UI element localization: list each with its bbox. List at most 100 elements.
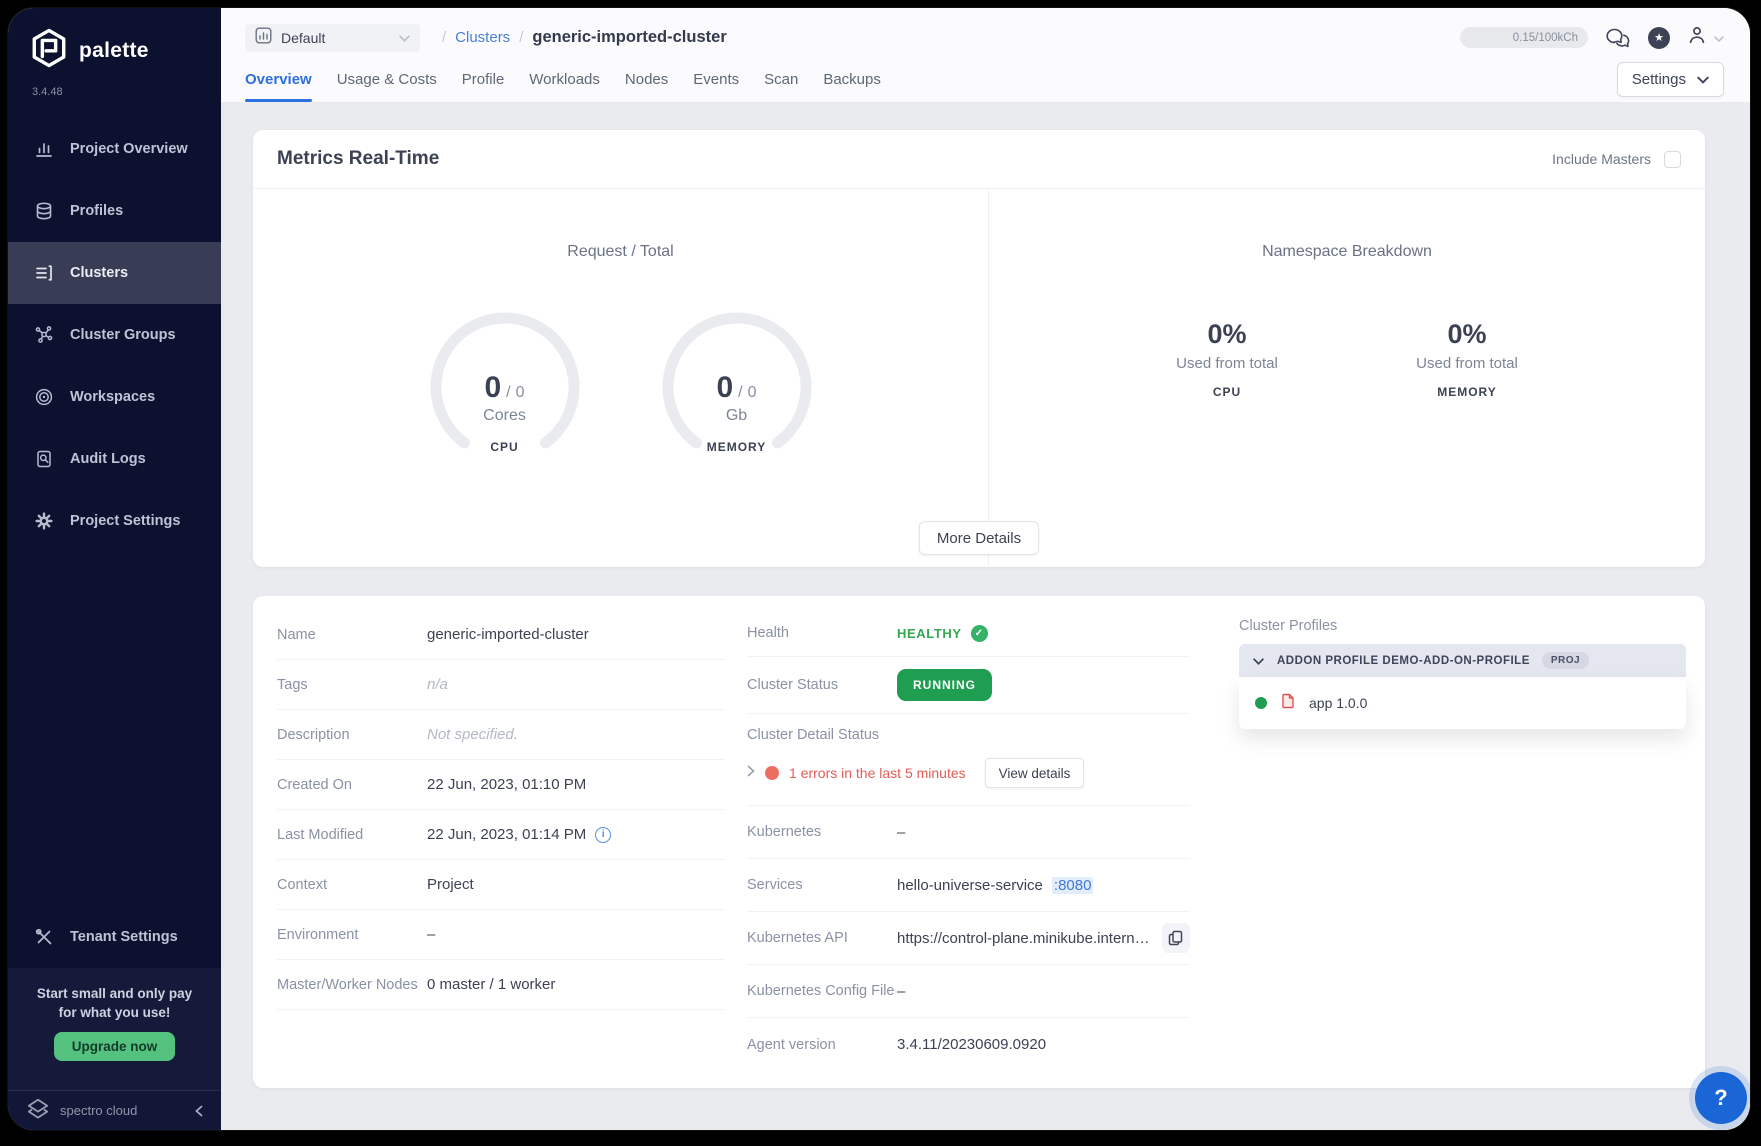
gauge-total: 0 <box>748 384 757 401</box>
cluster-tabs: Overview Usage & Costs Profile Workloads… <box>245 57 881 102</box>
upsell-text-line2: for what you use! <box>18 1003 211 1022</box>
spectro-cloud-label: spectro cloud <box>60 1103 185 1118</box>
memory-gauge: 0/0 Gb MEMORY <box>657 311 817 461</box>
brand-logo-row: palette <box>8 8 221 73</box>
top-bar: Default / Clusters / generic-imported-cl… <box>221 8 1750 57</box>
include-masters-control: Include Masters <box>1552 151 1681 168</box>
status-row-services: Services hello-universe-service :8080 <box>747 859 1190 912</box>
namespace-stats-row: 0% Used from total CPU 0% Used from tota… <box>989 319 1705 399</box>
sidebar-item-label: Audit Logs <box>70 451 146 467</box>
upsell-text-line1: Start small and only pay <box>18 984 211 1003</box>
tab-nodes[interactable]: Nodes <box>625 57 668 102</box>
info-row-environment: Environment – <box>277 910 725 960</box>
more-details-button[interactable]: More Details <box>919 521 1039 555</box>
info-row-context: Context Project <box>277 860 725 910</box>
gauge-separator: / <box>506 384 510 401</box>
sidebar-item-profiles[interactable]: Profiles <box>8 180 221 242</box>
cluster-profiles-column: Cluster Profiles ADDON PROFILE DEMO-ADD-… <box>1215 596 1705 1088</box>
config-file-value: – <box>897 983 905 1000</box>
service-port-link[interactable]: :8080 <box>1052 877 1094 894</box>
tab-backups[interactable]: Backups <box>823 57 881 102</box>
sidebar: palette 3.4.48 Project Overview <box>8 8 221 1130</box>
sidebar-footer: spectro cloud <box>8 1090 221 1130</box>
chevron-right-icon[interactable] <box>747 764 755 782</box>
gauge-total: 0 <box>516 384 525 401</box>
star-badge-icon[interactable]: ★ <box>1648 27 1670 49</box>
info-icon[interactable]: i <box>595 827 611 843</box>
profile-pack-row[interactable]: app 1.0.0 <box>1239 677 1686 729</box>
running-status-badge: RUNNING <box>897 669 992 701</box>
profile-accordion-header[interactable]: ADDON PROFILE DEMO-ADD-ON-PROFILE PROJ <box>1239 644 1686 677</box>
status-row-cluster-status: Cluster Status RUNNING <box>747 657 1190 714</box>
sidebar-item-project-overview[interactable]: Project Overview <box>8 118 221 180</box>
sidebar-item-label: Profiles <box>70 203 123 219</box>
metrics-title: Metrics Real-Time <box>277 148 439 170</box>
error-dot-icon <box>765 766 779 780</box>
info-row-nodes: Master/Worker Nodes 0 master / 1 worker <box>277 960 725 1010</box>
cpu-gauge: 0/0 Cores CPU <box>425 311 585 461</box>
copy-button[interactable] <box>1162 923 1190 953</box>
tab-workloads[interactable]: Workloads <box>529 57 600 102</box>
settings-button-label: Settings <box>1632 71 1686 88</box>
created-on-value: 22 Jun, 2023, 01:10 PM <box>427 776 586 793</box>
sidebar-item-cluster-groups[interactable]: Cluster Groups <box>8 304 221 366</box>
tab-events[interactable]: Events <box>693 57 739 102</box>
concentric-circles-icon <box>34 387 54 407</box>
breadcrumb-current-cluster: generic-imported-cluster <box>532 28 726 47</box>
check-circle-icon: ✓ <box>971 625 988 642</box>
kubernetes-api-value: https://control-plane.minikube.intern… <box>897 930 1150 947</box>
status-row-kubernetes: Kubernetes – <box>747 806 1190 859</box>
spectro-cloud-logo-icon <box>26 1097 50 1124</box>
profile-scope-badge: PROJ <box>1542 652 1589 669</box>
screen-frame: palette 3.4.48 Project Overview <box>0 0 1761 1146</box>
view-details-button[interactable]: View details <box>985 758 1085 788</box>
sidebar-item-audit-logs[interactable]: Audit Logs <box>8 428 221 490</box>
copy-icon <box>1168 930 1183 946</box>
sidebar-item-workspaces[interactable]: Workspaces <box>8 366 221 428</box>
tab-usage-costs[interactable]: Usage & Costs <box>337 57 437 102</box>
sidebar-item-clusters[interactable]: Clusters <box>8 242 221 304</box>
settings-button[interactable]: Settings <box>1617 62 1724 97</box>
user-menu[interactable] <box>1687 25 1724 50</box>
upgrade-now-button[interactable]: Upgrade now <box>54 1032 176 1061</box>
chevron-down-icon <box>399 29 410 47</box>
gear-icon <box>34 511 54 531</box>
sidebar-item-tenant-settings[interactable]: Tenant Settings <box>8 906 221 968</box>
chat-icon[interactable] <box>1605 27 1631 49</box>
document-search-icon <box>34 449 54 469</box>
sidebar-collapse-icon[interactable] <box>195 1105 203 1117</box>
cluster-tabs-bar: Overview Usage & Costs Profile Workloads… <box>221 57 1750 102</box>
stat-value: 0% <box>1152 319 1302 350</box>
metrics-card-header: Metrics Real-Time Include Masters <box>253 130 1705 189</box>
clusters-list-icon <box>34 263 54 283</box>
sidebar-item-label: Tenant Settings <box>70 929 178 945</box>
gauge-value: 0 <box>484 371 501 404</box>
app-version: 3.4.48 <box>8 73 221 98</box>
cluster-profile-panel: ADDON PROFILE DEMO-ADD-ON-PROFILE PROJ <box>1239 644 1686 729</box>
chevron-down-icon <box>1253 652 1264 670</box>
description-value: Not specified. <box>427 726 518 743</box>
project-selector[interactable]: Default <box>245 24 420 52</box>
request-total-section: Request / Total 0/0 Cores <box>253 189 989 566</box>
breadcrumb-clusters-link[interactable]: Clusters <box>455 29 510 46</box>
agent-version-value: 3.4.11/20230609.0920 <box>897 1036 1046 1053</box>
gauge-label-memory: MEMORY <box>657 440 817 454</box>
status-row-config-file: Kubernetes Config File – <box>747 965 1190 1018</box>
gauge-unit: Gb <box>657 407 817 425</box>
tab-profile[interactable]: Profile <box>462 57 505 102</box>
sidebar-item-project-settings[interactable]: Project Settings <box>8 490 221 552</box>
info-row-description: Description Not specified. <box>277 710 725 760</box>
status-row-kubernetes-api: Kubernetes API https://control-plane.min… <box>747 912 1190 965</box>
gauge-value-block: 0/0 Gb <box>657 371 817 425</box>
cluster-details-card: Name generic-imported-cluster Tags n/a D… <box>253 596 1705 1088</box>
tab-overview[interactable]: Overview <box>245 57 312 102</box>
stat-label-memory: MEMORY <box>1392 385 1542 399</box>
upsell-banner: Start small and only pay for what you us… <box>8 968 221 1090</box>
help-button[interactable]: ? <box>1695 1072 1747 1124</box>
include-masters-checkbox[interactable] <box>1664 151 1681 168</box>
bar-chart-icon <box>34 139 54 159</box>
tab-scan[interactable]: Scan <box>764 57 798 102</box>
info-row-name: Name generic-imported-cluster <box>277 610 725 660</box>
sidebar-item-label: Project Overview <box>70 141 188 157</box>
main-area: Default / Clusters / generic-imported-cl… <box>221 8 1750 1130</box>
